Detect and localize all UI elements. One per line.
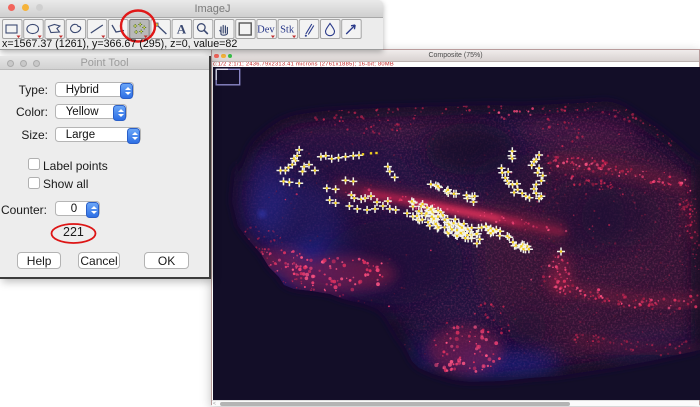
svg-text:Dev: Dev <box>257 25 275 36</box>
svg-text:Stk: Stk <box>280 25 295 36</box>
svg-text:A: A <box>177 22 187 37</box>
